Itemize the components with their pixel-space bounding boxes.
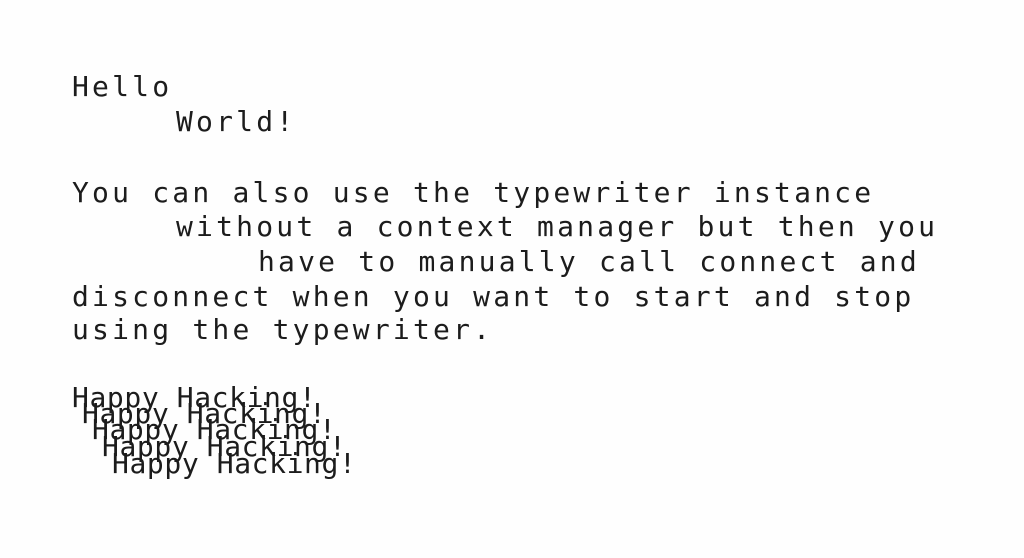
paragraph-line-5: using the typewriter.	[72, 313, 494, 346]
paragraph-line-3: have to manually call connect and	[258, 245, 920, 278]
greeting-line-2: World!	[176, 105, 297, 138]
paragraph-line-2: without a context manager but then you	[176, 210, 939, 243]
greeting-line-1: Hello	[72, 70, 173, 103]
paragraph-line-1: You can also use the typewriter instance	[72, 176, 875, 209]
happy-hacking-5: Happy Hacking!	[112, 447, 357, 480]
typewritten-page: Hello World! You can also use the typewr…	[0, 0, 1024, 558]
paragraph-line-4: disconnect when you want to start and st…	[72, 280, 915, 313]
